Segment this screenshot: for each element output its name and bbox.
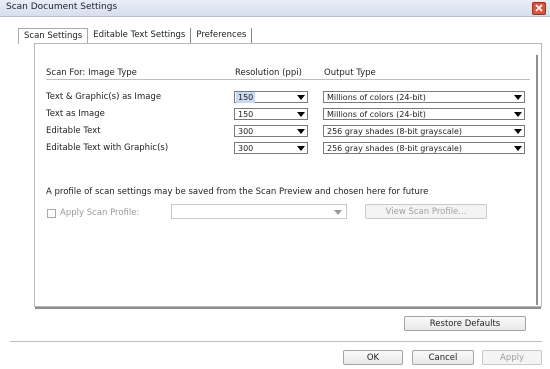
ok-button[interactable]: OK — [343, 350, 403, 365]
chevron-down-icon — [297, 146, 305, 151]
close-icon[interactable] — [532, 2, 546, 15]
output-value: Millions of colors (24-bit) — [327, 110, 426, 119]
header-divider — [46, 79, 530, 80]
chevron-down-icon — [514, 112, 522, 117]
view-scan-profile-button[interactable]: View Scan Profile... — [365, 204, 487, 219]
output-select-row4[interactable]: 256 gray shades (8-bit grayscale) — [323, 142, 525, 154]
chevron-down-icon — [297, 112, 305, 117]
output-value: Millions of colors (24-bit) — [327, 93, 426, 102]
header-scan-for: Scan For: Image Type — [46, 68, 137, 78]
output-select-row2[interactable]: Millions of colors (24-bit) — [323, 108, 525, 120]
chevron-down-icon — [514, 146, 522, 151]
resolution-select-row1[interactable]: 150 — [234, 91, 308, 103]
resolution-select-row2[interactable]: 150 — [234, 108, 308, 120]
title-bar: Scan Document Settings — [0, 0, 550, 17]
chevron-down-icon — [334, 210, 342, 215]
scan-settings-panel — [34, 43, 542, 309]
tab-preferences[interactable]: Preferences — [191, 28, 253, 43]
resolution-value: 300 — [238, 127, 254, 136]
output-value: 256 gray shades (8-bit grayscale) — [327, 144, 463, 153]
apply-scan-profile-checkbox[interactable] — [47, 209, 56, 218]
header-resolution: Resolution (ppi) — [235, 68, 302, 78]
tab-strip: Scan Settings Editable Text Settings Pre… — [18, 28, 253, 44]
output-select-row3[interactable]: 256 gray shades (8-bit grayscale) — [323, 125, 525, 137]
resolution-select-row4[interactable]: 300 — [234, 142, 308, 154]
output-value: 256 gray shades (8-bit grayscale) — [327, 127, 463, 136]
apply-button[interactable]: Apply — [482, 350, 542, 365]
tab-scan-settings[interactable]: Scan Settings — [18, 28, 89, 44]
resolution-value: 150 — [238, 110, 254, 119]
panel-right-edge — [536, 55, 538, 305]
footer-divider — [10, 341, 542, 342]
chevron-down-icon — [297, 95, 305, 100]
resolution-select-row3[interactable]: 300 — [234, 125, 308, 137]
row-label-editable-text-graphics: Editable Text with Graphic(s) — [46, 143, 169, 153]
resolution-value: 300 — [238, 144, 254, 153]
restore-defaults-button[interactable]: Restore Defaults — [404, 316, 526, 331]
profile-info-text: A profile of scan settings may be saved … — [46, 187, 429, 197]
tab-editable-text-settings[interactable]: Editable Text Settings — [88, 28, 192, 43]
header-output-type: Output Type — [324, 68, 376, 78]
chevron-down-icon — [514, 129, 522, 134]
chevron-down-icon — [297, 129, 305, 134]
resolution-value: 150 — [236, 92, 256, 103]
cancel-button[interactable]: Cancel — [412, 350, 474, 365]
chevron-down-icon — [514, 95, 522, 100]
apply-scan-profile-label: Apply Scan Profile: — [60, 208, 140, 218]
row-label-editable-text: Editable Text — [46, 126, 101, 136]
panel-shadow — [35, 307, 541, 309]
row-label-text-graphics-image: Text & Graphic(s) as Image — [46, 92, 162, 102]
scan-profile-select[interactable] — [171, 204, 347, 219]
output-select-row1[interactable]: Millions of colors (24-bit) — [323, 91, 525, 103]
row-label-text-image: Text as Image — [46, 109, 105, 119]
window-title: Scan Document Settings — [6, 2, 118, 12]
